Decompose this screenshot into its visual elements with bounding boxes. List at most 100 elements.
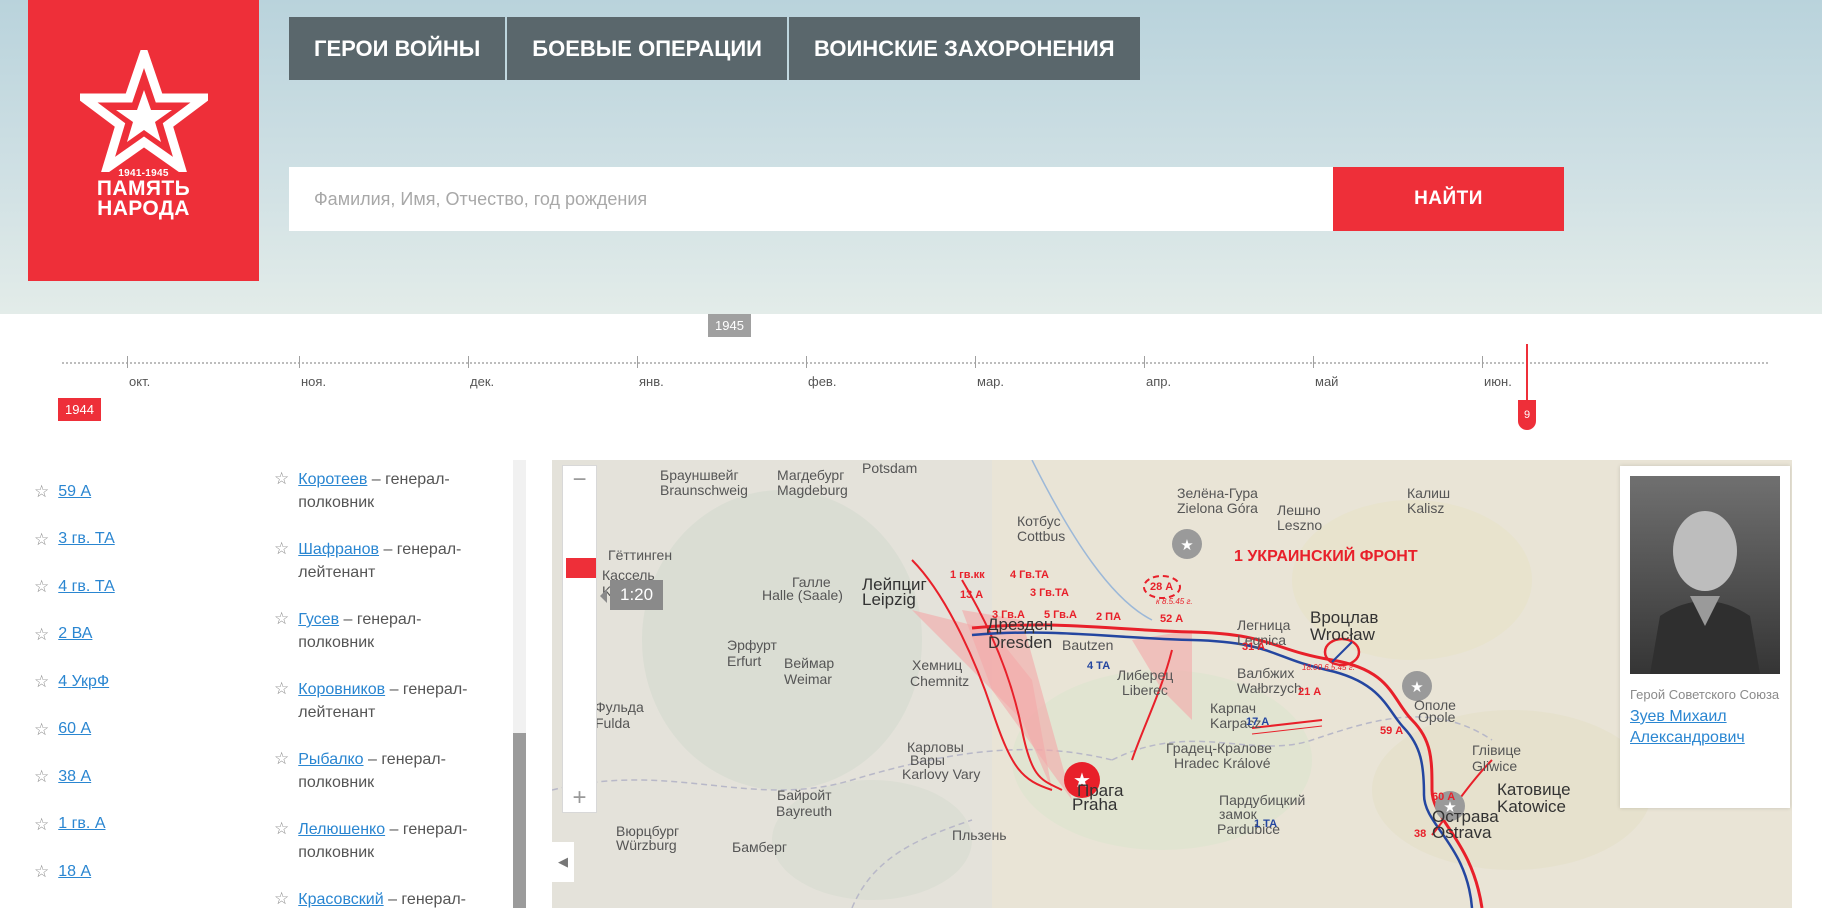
timeline-axis	[62, 362, 1768, 364]
search-bar: НАЙТИ	[289, 167, 1564, 231]
timeline-tick	[468, 356, 469, 368]
timeline-month-label[interactable]: май	[1315, 374, 1338, 389]
star-icon[interactable]: ☆	[274, 680, 289, 748]
map-city-label: Зелёна-Гура	[1177, 485, 1258, 501]
army-link[interactable]: 4 УкрФ	[58, 673, 109, 691]
star-icon[interactable]: ☆	[34, 768, 49, 785]
map-city-label: Bautzen	[1062, 637, 1113, 653]
search-input[interactable]	[289, 167, 1333, 231]
map-time-label: 18.00 6.5.45 г.	[1302, 663, 1355, 672]
star-icon[interactable]: ☆	[274, 540, 289, 608]
nav-burials[interactable]: ВОИНСКИЕ ЗАХОРОНЕНИЯ	[789, 17, 1140, 80]
nav-heroes[interactable]: ГЕРОИ ВОЙНЫ	[289, 17, 506, 80]
army-link[interactable]: 60 А	[58, 720, 91, 738]
timeline-tick	[1482, 356, 1483, 368]
map-city-label: Магдебург	[777, 467, 844, 483]
army-link[interactable]: 38 А	[58, 768, 91, 786]
star-icon[interactable]: ☆	[34, 816, 49, 833]
star-icon[interactable]: ☆	[34, 721, 49, 738]
map-city-label: Глівице	[1472, 742, 1521, 758]
timeline-year-1945: 1945	[708, 314, 751, 337]
commander-link[interactable]: Красовский	[298, 891, 383, 908]
star-icon[interactable]: ☆	[34, 578, 49, 595]
map-city-label: Katowice	[1497, 797, 1566, 816]
timeline-month-label[interactable]: ноя.	[301, 374, 326, 389]
army-link[interactable]: 59 А	[58, 483, 91, 501]
list-scrollbar-thumb[interactable]	[513, 733, 526, 908]
timeline-tick	[299, 356, 300, 368]
star-icon[interactable]: ☆	[274, 610, 289, 678]
map-city-label: Эрфурт	[727, 637, 778, 653]
timeline-month-label[interactable]: апр.	[1146, 374, 1171, 389]
timeline-current-marker[interactable]	[1526, 344, 1528, 402]
operation-map[interactable]: ★ ★ ★ ★ Магдебург Magdeburg Брауншвейг Brau…	[552, 460, 1792, 908]
list-item: ☆ Коровников – генерал-лейтенант	[274, 678, 504, 748]
army-link[interactable]: 2 ВА	[58, 625, 92, 643]
timeline[interactable]: 1945 1944 окт. ноя. дек. янв. фев. мар. апр. ма…	[0, 314, 1822, 440]
commander-link[interactable]: Лелюшенко	[298, 821, 385, 838]
commander-link[interactable]: Шафранов	[298, 541, 379, 558]
star-icon[interactable]: ☆	[274, 470, 289, 538]
star-logo-icon	[79, 50, 208, 172]
timeline-month-label[interactable]: июн.	[1484, 374, 1512, 389]
hero-card[interactable]: Герой Советского Союза Зуев Михаил Алекс…	[1620, 466, 1790, 808]
main-nav: ГЕРОИ ВОЙНЫ БОЕВЫЕ ОПЕРАЦИИ ВОИНСКИЕ ЗАХ…	[289, 17, 1140, 80]
hero-name-link[interactable]: Зуев Михаил Александрович	[1630, 706, 1780, 748]
search-button[interactable]: НАЙТИ	[1333, 167, 1564, 231]
site-header: 1941-1945 ПАМЯТЬ НАРОДА ГЕРОИ ВОЙНЫ БОЕВ…	[0, 0, 1822, 314]
army-link[interactable]: 4 гв. ТА	[58, 578, 114, 596]
map-city-label: Фульда	[595, 699, 644, 715]
map-army-label: 28 А	[1150, 581, 1173, 593]
star-icon[interactable]: ☆	[274, 820, 289, 888]
zoom-out-button[interactable]: −	[563, 466, 596, 494]
zoom-level-indicator[interactable]	[566, 558, 596, 578]
logo-line-2: НАРОДА	[97, 197, 190, 220]
timeline-month-label[interactable]: дек.	[470, 374, 494, 389]
map-army-label: 38	[1414, 828, 1426, 840]
map-canvas[interactable]: ★ ★ ★ ★ МагдебургMagdeburgБрауншвейгBrau…	[552, 460, 1792, 908]
star-icon[interactable]: ☆	[34, 673, 49, 690]
map-city-label: Dresden	[988, 633, 1052, 652]
map-army-label: 4 ТА	[1087, 660, 1110, 672]
map-army-label: 13 А	[960, 589, 983, 601]
star-icon[interactable]: ☆	[34, 863, 49, 880]
list-item: ☆ Лелюшенко – генерал-полковник	[274, 818, 504, 888]
timeline-current-day[interactable]: 9	[1518, 400, 1536, 430]
map-city-label: Карпач	[1210, 700, 1256, 716]
map-army-label: 4 Гв.ТА	[1010, 569, 1049, 581]
list-item: ☆ 38 А	[34, 753, 214, 801]
map-city-label: Ostrava	[1432, 823, 1492, 842]
star-icon[interactable]: ☆	[34, 626, 49, 643]
map-city-label: Würzburg	[616, 837, 677, 853]
commander-link[interactable]: Рыбалко	[298, 751, 363, 768]
commander-link[interactable]: Гусев	[298, 611, 339, 628]
army-link[interactable]: 1 гв. А	[58, 815, 105, 833]
star-icon[interactable]: ☆	[34, 531, 49, 548]
map-city-label: Potsdam	[862, 460, 917, 476]
site-logo[interactable]: 1941-1945 ПАМЯТЬ НАРОДА	[28, 0, 259, 281]
army-link[interactable]: 3 гв. ТА	[58, 530, 114, 548]
front-label: 1 УКРАИНСКИЙ ФРОНТ	[1234, 546, 1418, 565]
nav-operations[interactable]: БОЕВЫЕ ОПЕРАЦИИ	[507, 17, 787, 80]
map-city-label: Chemnitz	[910, 673, 969, 689]
list-item: ☆ Шафранов – генерал-лейтенант	[274, 538, 504, 608]
star-icon[interactable]: ☆	[274, 890, 289, 908]
star-icon[interactable]: ☆	[34, 483, 49, 500]
timeline-month-label[interactable]: фев.	[808, 374, 836, 389]
army-link[interactable]: 18 А	[58, 863, 91, 881]
timeline-month-label[interactable]: мар.	[977, 374, 1004, 389]
list-item: ☆ Коротеев – генерал-полковник	[274, 468, 504, 538]
star-icon[interactable]: ☆	[274, 750, 289, 818]
map-city-label: Котбус	[1017, 513, 1061, 529]
army-list: ☆ 59 А ☆ 3 гв. ТА ☆ 4 гв. ТА ☆ 2 ВА ☆ 4 УкрФ …	[34, 468, 214, 896]
map-city-label: Байройт	[777, 787, 832, 803]
commander-link[interactable]: Коровников	[298, 681, 385, 698]
commander-link[interactable]: Коротеев	[298, 471, 367, 488]
list-item: ☆ 4 УкрФ	[34, 658, 214, 706]
map-army-label: 3 Гв.А	[992, 609, 1025, 621]
svg-text:★: ★	[1180, 536, 1193, 554]
collapse-panel-button[interactable]: ◀	[552, 842, 574, 882]
timeline-month-label[interactable]: янв.	[639, 374, 664, 389]
zoom-in-button[interactable]: +	[563, 784, 596, 812]
timeline-month-label[interactable]: окт.	[129, 374, 150, 389]
